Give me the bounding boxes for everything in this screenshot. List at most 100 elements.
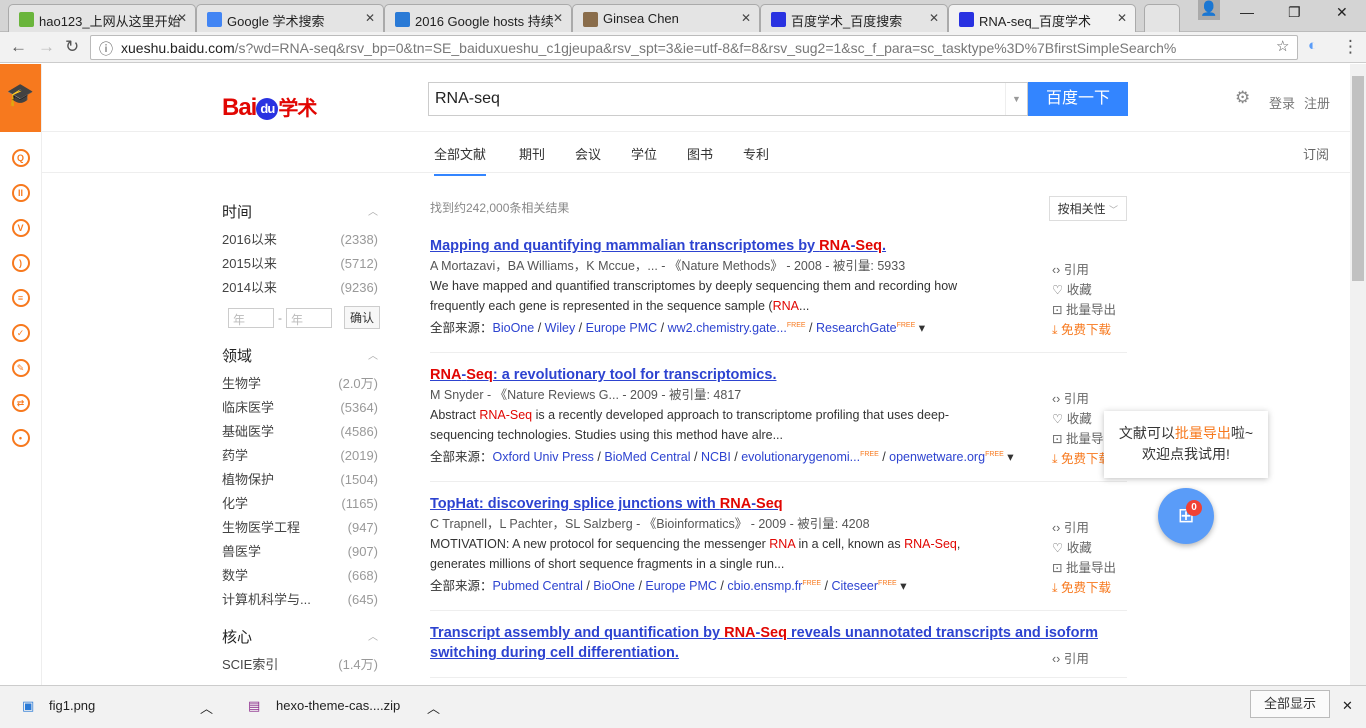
favorite-action[interactable]: ♡ 收藏 (1052, 538, 1127, 558)
scrollbar-thumb[interactable] (1352, 76, 1364, 281)
browser-tab[interactable]: hao123_上网从这里开始 ✕ (8, 4, 196, 32)
source-link[interactable]: Wiley (545, 321, 576, 335)
filter-item[interactable]: 化学 (1165) (222, 492, 382, 516)
cite-action[interactable]: ‹› 引用 (1052, 389, 1127, 409)
library-icon[interactable]: II (11, 184, 30, 202)
graduation-cap-icon[interactable]: 🎓 (0, 64, 41, 132)
register-link[interactable]: 注册 (1304, 93, 1330, 112)
close-tab-icon[interactable]: ✕ (177, 11, 187, 25)
filter-time-heading[interactable]: 时间 ︿ (222, 201, 382, 222)
vertical-scrollbar[interactable] (1350, 64, 1366, 685)
browser-tab[interactable]: 百度学术_百度搜索 ✕ (760, 4, 948, 32)
browser-tab[interactable]: 2016 Google hosts 持续 ✕ (384, 4, 572, 32)
close-download-bar-icon[interactable]: ✕ (1342, 698, 1353, 714)
filter-item[interactable]: 临床医学 (5364) (222, 396, 382, 420)
close-tab-icon[interactable]: ✕ (553, 11, 563, 25)
layers-icon[interactable]: ≡ (11, 289, 30, 307)
close-tab-icon[interactable]: ✕ (365, 11, 375, 25)
search-icon[interactable]: Q (11, 149, 30, 167)
gear-icon[interactable]: ⚙ (1235, 88, 1250, 108)
tab-journal[interactable]: 期刊 (519, 144, 545, 163)
close-tab-icon[interactable]: ✕ (741, 11, 751, 25)
source-link[interactable]: ResearchGate (816, 321, 897, 335)
subscribe-link[interactable]: 订阅 (1303, 144, 1329, 163)
reload-icon[interactable]: ↻ (65, 37, 79, 57)
filter-item[interactable]: 生物医学工程 (947) (222, 516, 382, 540)
more-sources-caret-icon[interactable]: ▾ (1004, 450, 1013, 464)
download-action[interactable]: ⤓ 免费下载 (1052, 320, 1127, 340)
chevron-up-icon[interactable]: ︿ (200, 698, 213, 717)
filter-item[interactable]: 药学 (2019) (222, 444, 382, 468)
user-icon[interactable]: • (11, 429, 30, 447)
search-button[interactable]: 百度一下 (1028, 82, 1128, 116)
browser-tab[interactable]: RNA-seq_百度学术 ✕ (948, 4, 1136, 32)
tab-all[interactable]: 全部文献 (434, 144, 487, 176)
close-tab-icon[interactable]: ✕ (929, 11, 939, 25)
exchange-icon[interactable]: ⇄ (11, 394, 30, 412)
tab-book[interactable]: 图书 (687, 144, 713, 163)
v-icon[interactable]: V (11, 219, 30, 237)
check-icon[interactable]: ✓ (11, 324, 30, 342)
filter-item[interactable]: 植物保护 (1504) (222, 468, 382, 492)
bookmark-star-icon[interactable]: ☆ (1276, 37, 1289, 55)
filter-item[interactable]: 生物学 (2.0万) (222, 372, 382, 396)
filter-item[interactable]: 2015以来 (5712) (222, 252, 382, 276)
source-link[interactable]: BioOne (593, 579, 635, 593)
filter-item[interactable]: 2016以来 (2338) (222, 228, 382, 252)
source-link[interactable]: Citeseer (832, 579, 879, 593)
filter-item[interactable]: 2014以来 (9236) (222, 276, 382, 300)
tab-patent[interactable]: 专利 (743, 144, 769, 163)
url-input[interactable]: ⓘ xueshu.baidu.com/s?wd=RNA-seq&rsv_bp=0&… (90, 35, 1298, 60)
result-title-link[interactable]: Mapping and quantifying mammalian transc… (430, 236, 1127, 256)
result-title-link[interactable]: Transcript assembly and quantification b… (430, 623, 1127, 663)
maximize-button[interactable]: ❐ (1288, 4, 1301, 21)
chevron-up-icon[interactable]: ︿ (427, 698, 440, 717)
source-link[interactable]: Oxford Univ Press (493, 450, 594, 464)
filter-item[interactable]: 基础医学 (4586) (222, 420, 382, 444)
batch-export-button[interactable]: ⊞ 0 (1158, 488, 1214, 544)
result-title-link[interactable]: RNA-Seq: a revolutionary tool for transc… (430, 365, 1127, 385)
extension-icon[interactable]: ◐ (1308, 37, 1317, 54)
download-item[interactable]: fig1.png (49, 698, 95, 713)
dropdown-arrow-icon[interactable]: ▼ (1005, 83, 1027, 115)
more-sources-caret-icon[interactable]: ▾ (915, 321, 925, 335)
cite-action[interactable]: ‹› 引用 (1052, 518, 1127, 538)
forward-icon[interactable]: → (38, 37, 55, 57)
close-tab-icon[interactable]: ✕ (1117, 11, 1127, 25)
source-link[interactable]: Pubmed Central (493, 579, 583, 593)
back-icon[interactable]: ← (10, 37, 27, 57)
source-link[interactable]: BioMed Central (604, 450, 690, 464)
browser-tab[interactable]: Ginsea Chen ✕ (572, 4, 760, 32)
export-action[interactable]: ⊡ 批量导出 (1052, 558, 1127, 578)
baidu-xueshu-logo[interactable]: Bai du 学术 (222, 92, 317, 122)
source-link[interactable]: Europe PMC (586, 321, 658, 335)
close-window-button[interactable]: ✕ (1336, 4, 1348, 21)
info-icon[interactable]: ⓘ (99, 39, 113, 59)
more-sources-caret-icon[interactable]: ▾ (897, 579, 906, 593)
source-link[interactable]: ww2.chemistry.gate... (668, 321, 787, 335)
source-link[interactable]: NCBI (701, 450, 731, 464)
source-link[interactable]: Europe PMC (645, 579, 717, 593)
filter-item[interactable]: SCIE索引 (1.4万) (222, 653, 382, 677)
search-input[interactable]: RNA-seq ▼ (428, 82, 1028, 116)
source-link[interactable]: BioOne (493, 321, 535, 335)
user-icon[interactable]: 👤 (1198, 0, 1220, 20)
year-from-input[interactable]: 年 (228, 307, 274, 328)
minimize-button[interactable]: — (1240, 4, 1254, 20)
tab-degree[interactable]: 学位 (631, 144, 657, 163)
new-tab-button[interactable] (1144, 4, 1180, 32)
browser-tab[interactable]: Google 学术搜索 ✕ (196, 4, 384, 32)
source-link[interactable]: cbio.ensmp.fr (727, 579, 802, 593)
source-link[interactable]: openwetware.org (889, 450, 985, 464)
filter-item[interactable]: 兽医学 (907) (222, 540, 382, 564)
source-link[interactable]: evolutionarygenomi... (741, 450, 860, 464)
confirm-button[interactable]: 确认 (344, 306, 381, 329)
favorite-action[interactable]: ♡ 收藏 (1052, 280, 1127, 300)
year-to-input[interactable]: 年 (286, 307, 332, 328)
show-all-button[interactable]: 全部显示 (1250, 690, 1330, 718)
export-action[interactable]: ⊡ 批量导出 (1052, 300, 1127, 320)
cite-action[interactable]: ‹› 引用 (1052, 649, 1127, 669)
filter-item[interactable]: 计算机科学与... (645) (222, 588, 382, 612)
filter-core-heading[interactable]: 核心 ︿ (222, 626, 382, 647)
export-tooltip[interactable]: 文献可以批量导出啦~ 欢迎点我试用! (1104, 411, 1268, 478)
